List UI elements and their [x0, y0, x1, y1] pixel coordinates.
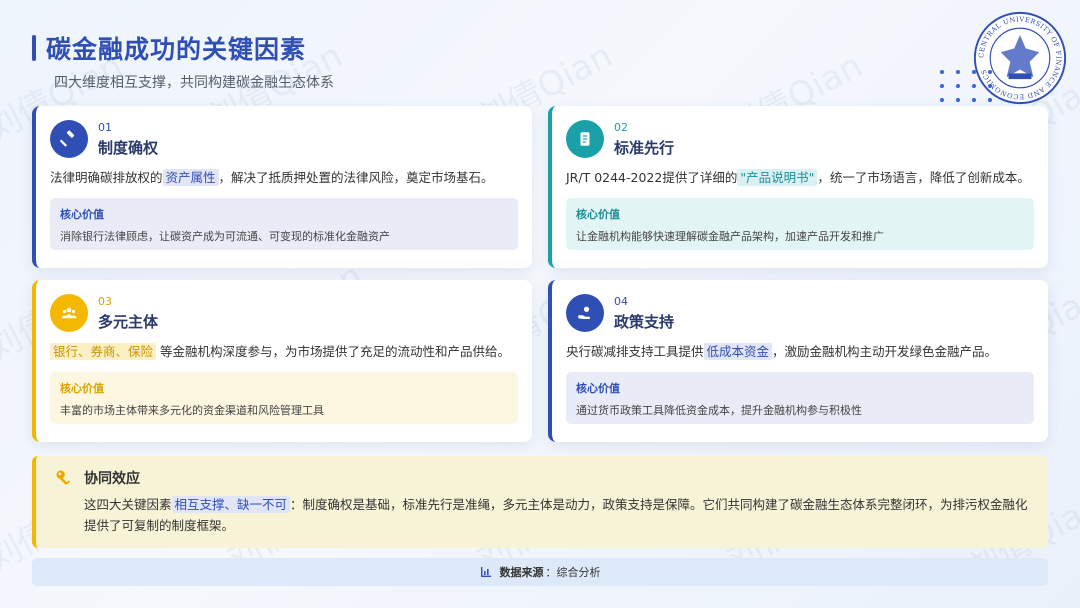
highlight-text: 低成本资金: [703, 343, 773, 360]
card-description: JR/T 0244-2022提供了详细的 "产品说明书" ，统一了市场语言，降低了创…: [566, 169, 1030, 186]
core-value-title: 核心价值: [576, 208, 620, 221]
factor-card-standards-first: 02 标准先行 JR/T 0244-2022提供了详细的 "产品说明书" ，统一了市…: [548, 106, 1048, 268]
core-value-box: 核心价值 让金融机构能够快速理解碳金融产品架构，加速产品开发和推广: [566, 198, 1034, 250]
document-icon: [566, 120, 604, 158]
synergy-title: 协同效应: [84, 471, 140, 487]
source-value: ：综合分析: [545, 566, 601, 579]
core-value-text: 通过货币政策工具降低资金成本，提升金融机构参与积极性: [576, 404, 862, 417]
core-value-box: 核心价值 消除银行法律顾虑，让碳资产成为可流通、可变现的标准化金融资产: [50, 198, 518, 250]
factor-card-institutional-rights: 01 制度确权 法律明确碳排放权的 资产属性 ，解决了抵质押处置的法律风险，奠定市场…: [32, 106, 532, 268]
synergy-text: 这四大关键因素 相互支撑、缺一不可 ：制度确权是基础，标准先行是准绳，多元主体是动力…: [84, 496, 1028, 533]
card-number: 03: [98, 294, 112, 308]
synergy-callout: 协同效应 这四大关键因素 相互支撑、缺一不可 ：制度确权是基础，标准先行是准绳，多元…: [32, 456, 1048, 548]
key-icon: [56, 470, 71, 486]
page-title: 碳金融成功的关键因素: [46, 35, 307, 64]
card-title: 多元主体: [98, 312, 159, 331]
core-value-text: 消除银行法律顾虑，让碳资产成为可流通、可变现的标准化金融资产: [60, 230, 390, 243]
page-subtitle: 四大维度相互支撑，共同构建碳金融生态体系: [54, 75, 334, 91]
highlight-text: 银行、券商、保险: [50, 343, 157, 360]
highlight-text: 资产属性: [162, 169, 219, 186]
factor-card-diverse-participants: 03 多元主体 银行、券商、保险 等金融机构深度参与，为市场提供了充足的流动性和…: [32, 280, 532, 442]
title-accent-bar: [32, 35, 36, 61]
gavel-icon: [50, 120, 88, 158]
card-title: 政策支持: [614, 312, 675, 331]
card-description: 央行碳减排支持工具提供 低成本资金 ，激励金融机构主动开发绿色金融产品。: [566, 343, 998, 360]
page-header: 碳金融成功的关键因素: [32, 30, 306, 66]
hand-coin-icon: [566, 294, 604, 332]
core-value-title: 核心价值: [576, 382, 620, 395]
core-value-box: 核心价值 通过货币政策工具降低资金成本，提升金融机构参与积极性: [566, 372, 1034, 424]
card-number: 02: [614, 120, 628, 134]
card-title: 制度确权: [98, 138, 159, 157]
highlight-text: 相互支撑、缺一不可: [171, 496, 291, 513]
core-value-title: 核心价值: [60, 208, 104, 221]
core-value-text: 丰富的市场主体带来多元化的资金渠道和风险管理工具: [60, 404, 324, 417]
card-title: 标准先行: [614, 138, 675, 157]
core-value-title: 核心价值: [60, 382, 104, 395]
source-label: 数据来源: [499, 566, 544, 579]
factor-card-policy-support: 04 政策支持 央行碳减排支持工具提供 低成本资金 ，激励金融机构主动开发绿色金融产…: [548, 280, 1048, 442]
people-icon: [50, 294, 88, 332]
data-source-footer: 数据来源 ：综合分析: [32, 558, 1048, 586]
chart-icon: [480, 567, 491, 577]
core-value-box: 核心价值 丰富的市场主体带来多元化的资金渠道和风险管理工具: [50, 372, 518, 424]
card-description: 法律明确碳排放权的 资产属性 ，解决了抵质押处置的法律风险，奠定市场基石。: [50, 169, 494, 186]
dot-grid-decoration: [940, 70, 992, 102]
card-description: 银行、券商、保险 等金融机构深度参与，为市场提供了充足的流动性和产品供给。: [50, 342, 518, 362]
highlight-text: "产品说明书": [737, 169, 818, 186]
card-number: 04: [614, 294, 628, 308]
core-value-text: 让金融机构能够快速理解碳金融产品架构，加速产品开发和推广: [576, 230, 884, 243]
card-number: 01: [98, 120, 112, 134]
